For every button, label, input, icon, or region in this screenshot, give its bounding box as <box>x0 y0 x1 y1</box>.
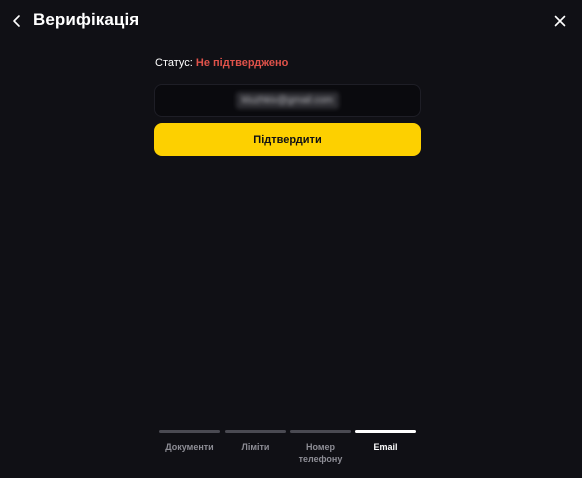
tab-label: Номер телефону <box>298 442 343 464</box>
status-label: Статус: <box>155 57 193 69</box>
email-value-masked: kluzhkiv@gmail.com <box>235 92 340 109</box>
tab-phone-number[interactable]: Номер телефону <box>290 430 351 465</box>
verification-status: Статус: Не підтверджено <box>155 57 288 69</box>
tab-indicator <box>355 430 416 433</box>
tab-label: Документи <box>165 442 214 452</box>
tab-indicator <box>225 430 286 433</box>
tab-email[interactable]: Email <box>355 430 416 453</box>
close-icon <box>554 15 566 27</box>
verification-tabs: Документи Ліміти Номер телефону Email <box>159 430 419 474</box>
page-title: Верифікація <box>33 10 140 29</box>
email-field[interactable]: kluzhkiv@gmail.com <box>154 84 421 117</box>
chevron-left-icon <box>13 15 20 27</box>
tab-label: Email <box>373 442 398 452</box>
tab-label: Ліміти <box>241 442 270 452</box>
tab-limits[interactable]: Ліміти <box>225 430 286 453</box>
tab-documents[interactable]: Документи <box>159 430 220 453</box>
tab-indicator <box>159 430 220 433</box>
status-value: Не підтверджено <box>195 57 289 69</box>
confirm-button[interactable]: Підтвердити <box>154 123 421 156</box>
back-button[interactable] <box>9 13 25 29</box>
header: Верифікація <box>0 0 582 42</box>
close-button[interactable] <box>552 13 568 29</box>
tab-indicator <box>290 430 351 433</box>
